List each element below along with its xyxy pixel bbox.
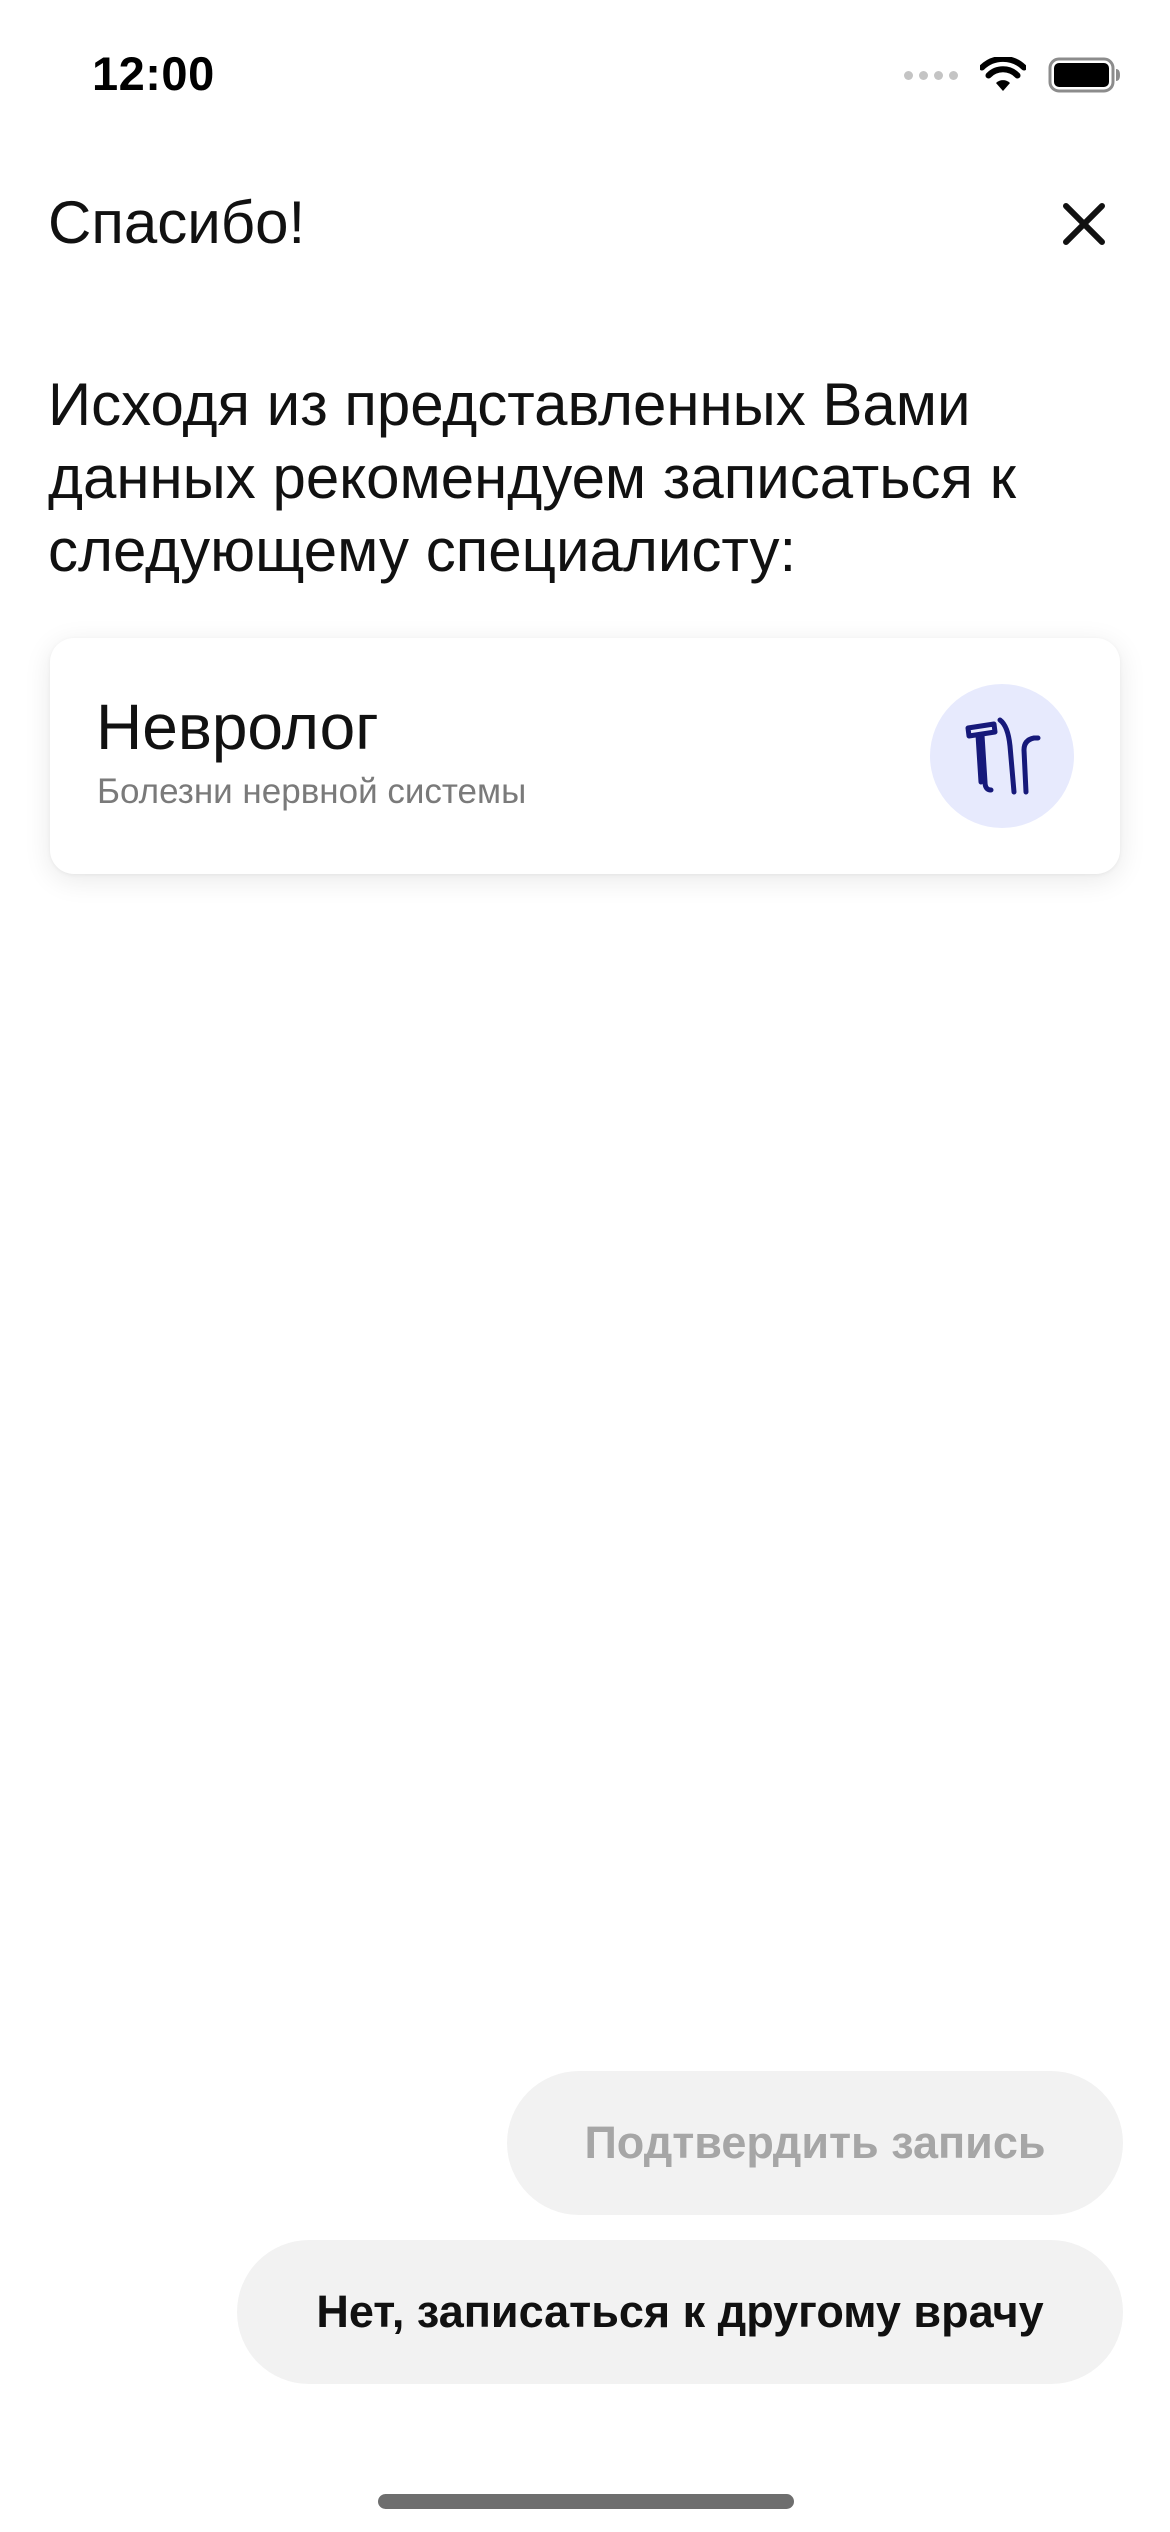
specialist-subtitle: Болезни нервной системы — [97, 772, 527, 811]
close-icon — [1063, 203, 1105, 245]
battery-icon — [1048, 57, 1120, 93]
specialist-title: Невролог — [96, 691, 379, 763]
recommendation-text: Исходя из представленных Вами данных рек… — [48, 371, 1016, 584]
specialist-card[interactable]: Невролог Болезни нервной системы — [50, 638, 1120, 874]
close-button[interactable] — [1056, 196, 1112, 252]
confirm-appointment-button[interactable]: Подтвердить запись — [507, 2071, 1123, 2215]
other-doctor-button[interactable]: Нет, записаться к другому врачу — [237, 2240, 1123, 2384]
home-indicator[interactable] — [378, 2494, 794, 2509]
status-icons — [904, 52, 1122, 98]
screen: 12:00 Спасибо! Исходя из представленных — [0, 0, 1170, 2532]
page-title: Спасибо! — [48, 189, 306, 256]
specialist-icon-badge — [930, 684, 1074, 828]
signal-dots-icon — [904, 70, 958, 80]
status-bar: 12:00 — [0, 0, 1170, 150]
wifi-icon — [980, 57, 1026, 91]
reflex-hammer-icon — [965, 717, 1041, 795]
status-time: 12:00 — [92, 47, 215, 100]
